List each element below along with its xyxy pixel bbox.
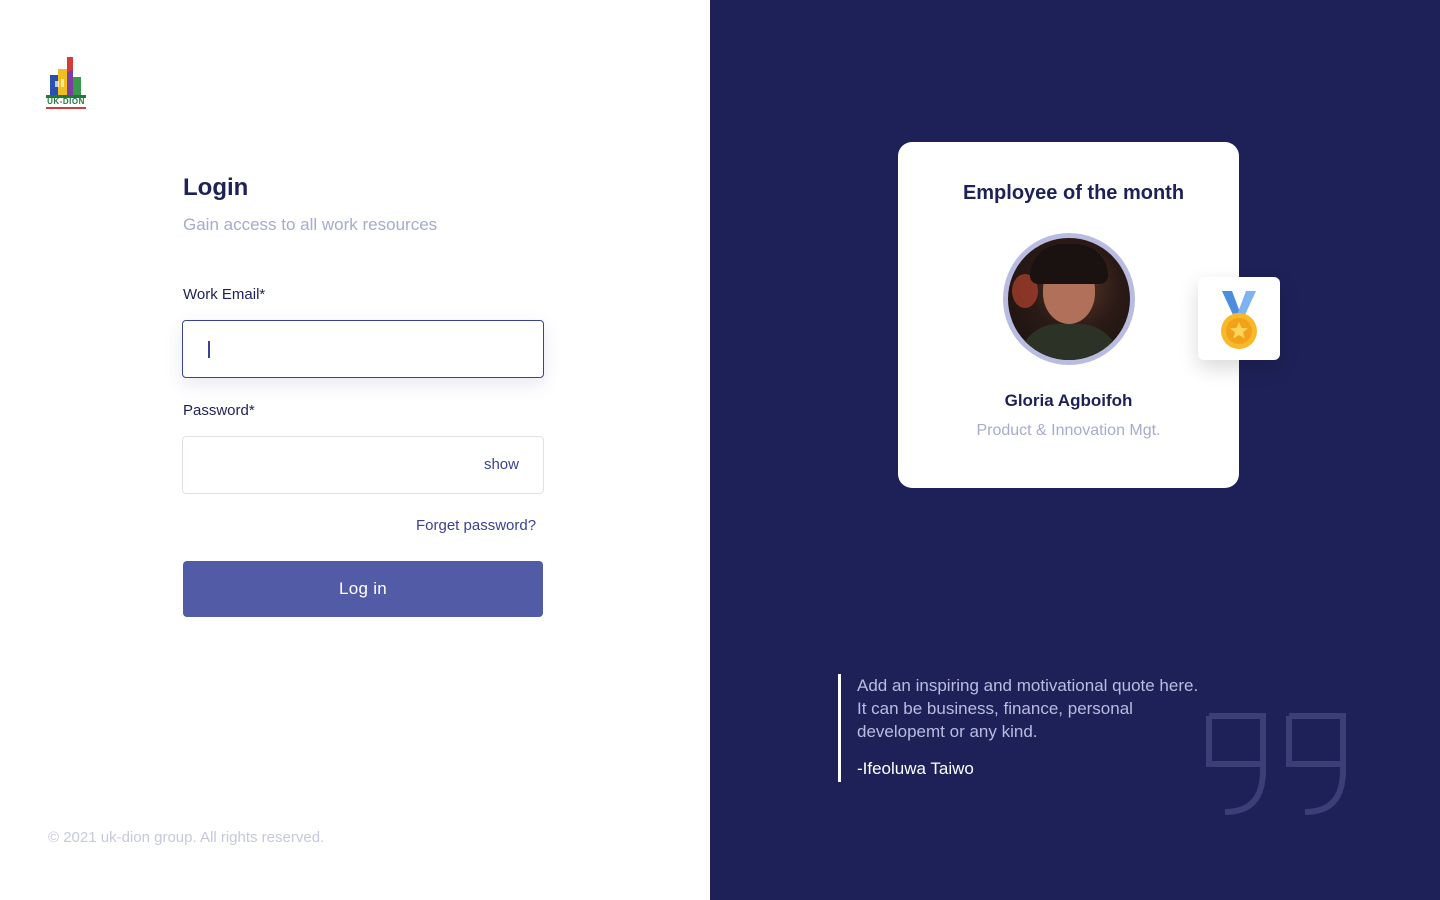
logo-wordmark: UK-DION [47, 97, 85, 106]
showcase-panel: Employee of the month Gloria Agboifoh Pr… [710, 0, 1440, 900]
employee-card: Employee of the month Gloria Agboifoh Pr… [898, 142, 1239, 488]
logo-underline [46, 107, 86, 109]
show-password-toggle[interactable]: show [484, 456, 519, 473]
email-label: Work Email* [183, 286, 266, 303]
login-title: Login [183, 174, 249, 201]
employee-name: Gloria Agboifoh [1004, 391, 1133, 410]
copyright-text: © 2021 uk-dion group. All rights reserve… [48, 829, 325, 846]
password-field-box: show [182, 436, 544, 494]
login-panel: UK-DION Login Gain access to all work re… [0, 0, 710, 900]
employee-role: Product & Innovation Mgt. [976, 422, 1161, 439]
company-logo: UK-DION [44, 55, 88, 111]
medal-icon [1221, 291, 1257, 349]
email-field-box [182, 320, 544, 378]
quote-mark-icon [1206, 713, 1346, 815]
text-caret [208, 341, 210, 358]
quote-block: Add an inspiring and motivational quote … [838, 674, 1198, 782]
quote-text: Add an inspiring and motivational quote … [857, 676, 1199, 741]
login-subtitle: Gain access to all work resources [183, 215, 438, 234]
logo-icon [46, 57, 86, 98]
login-button[interactable]: Log in [183, 561, 543, 617]
avatar [1008, 238, 1130, 360]
forgot-password-link[interactable]: Forget password? [416, 517, 536, 534]
email-field[interactable] [183, 321, 543, 377]
medal-badge [1198, 277, 1280, 360]
password-label: Password* [183, 402, 255, 419]
avatar-ring [1003, 233, 1135, 365]
employee-card-title: Employee of the month [962, 182, 1185, 204]
quote-author: -Ifeoluwa Taiwo [857, 759, 974, 778]
